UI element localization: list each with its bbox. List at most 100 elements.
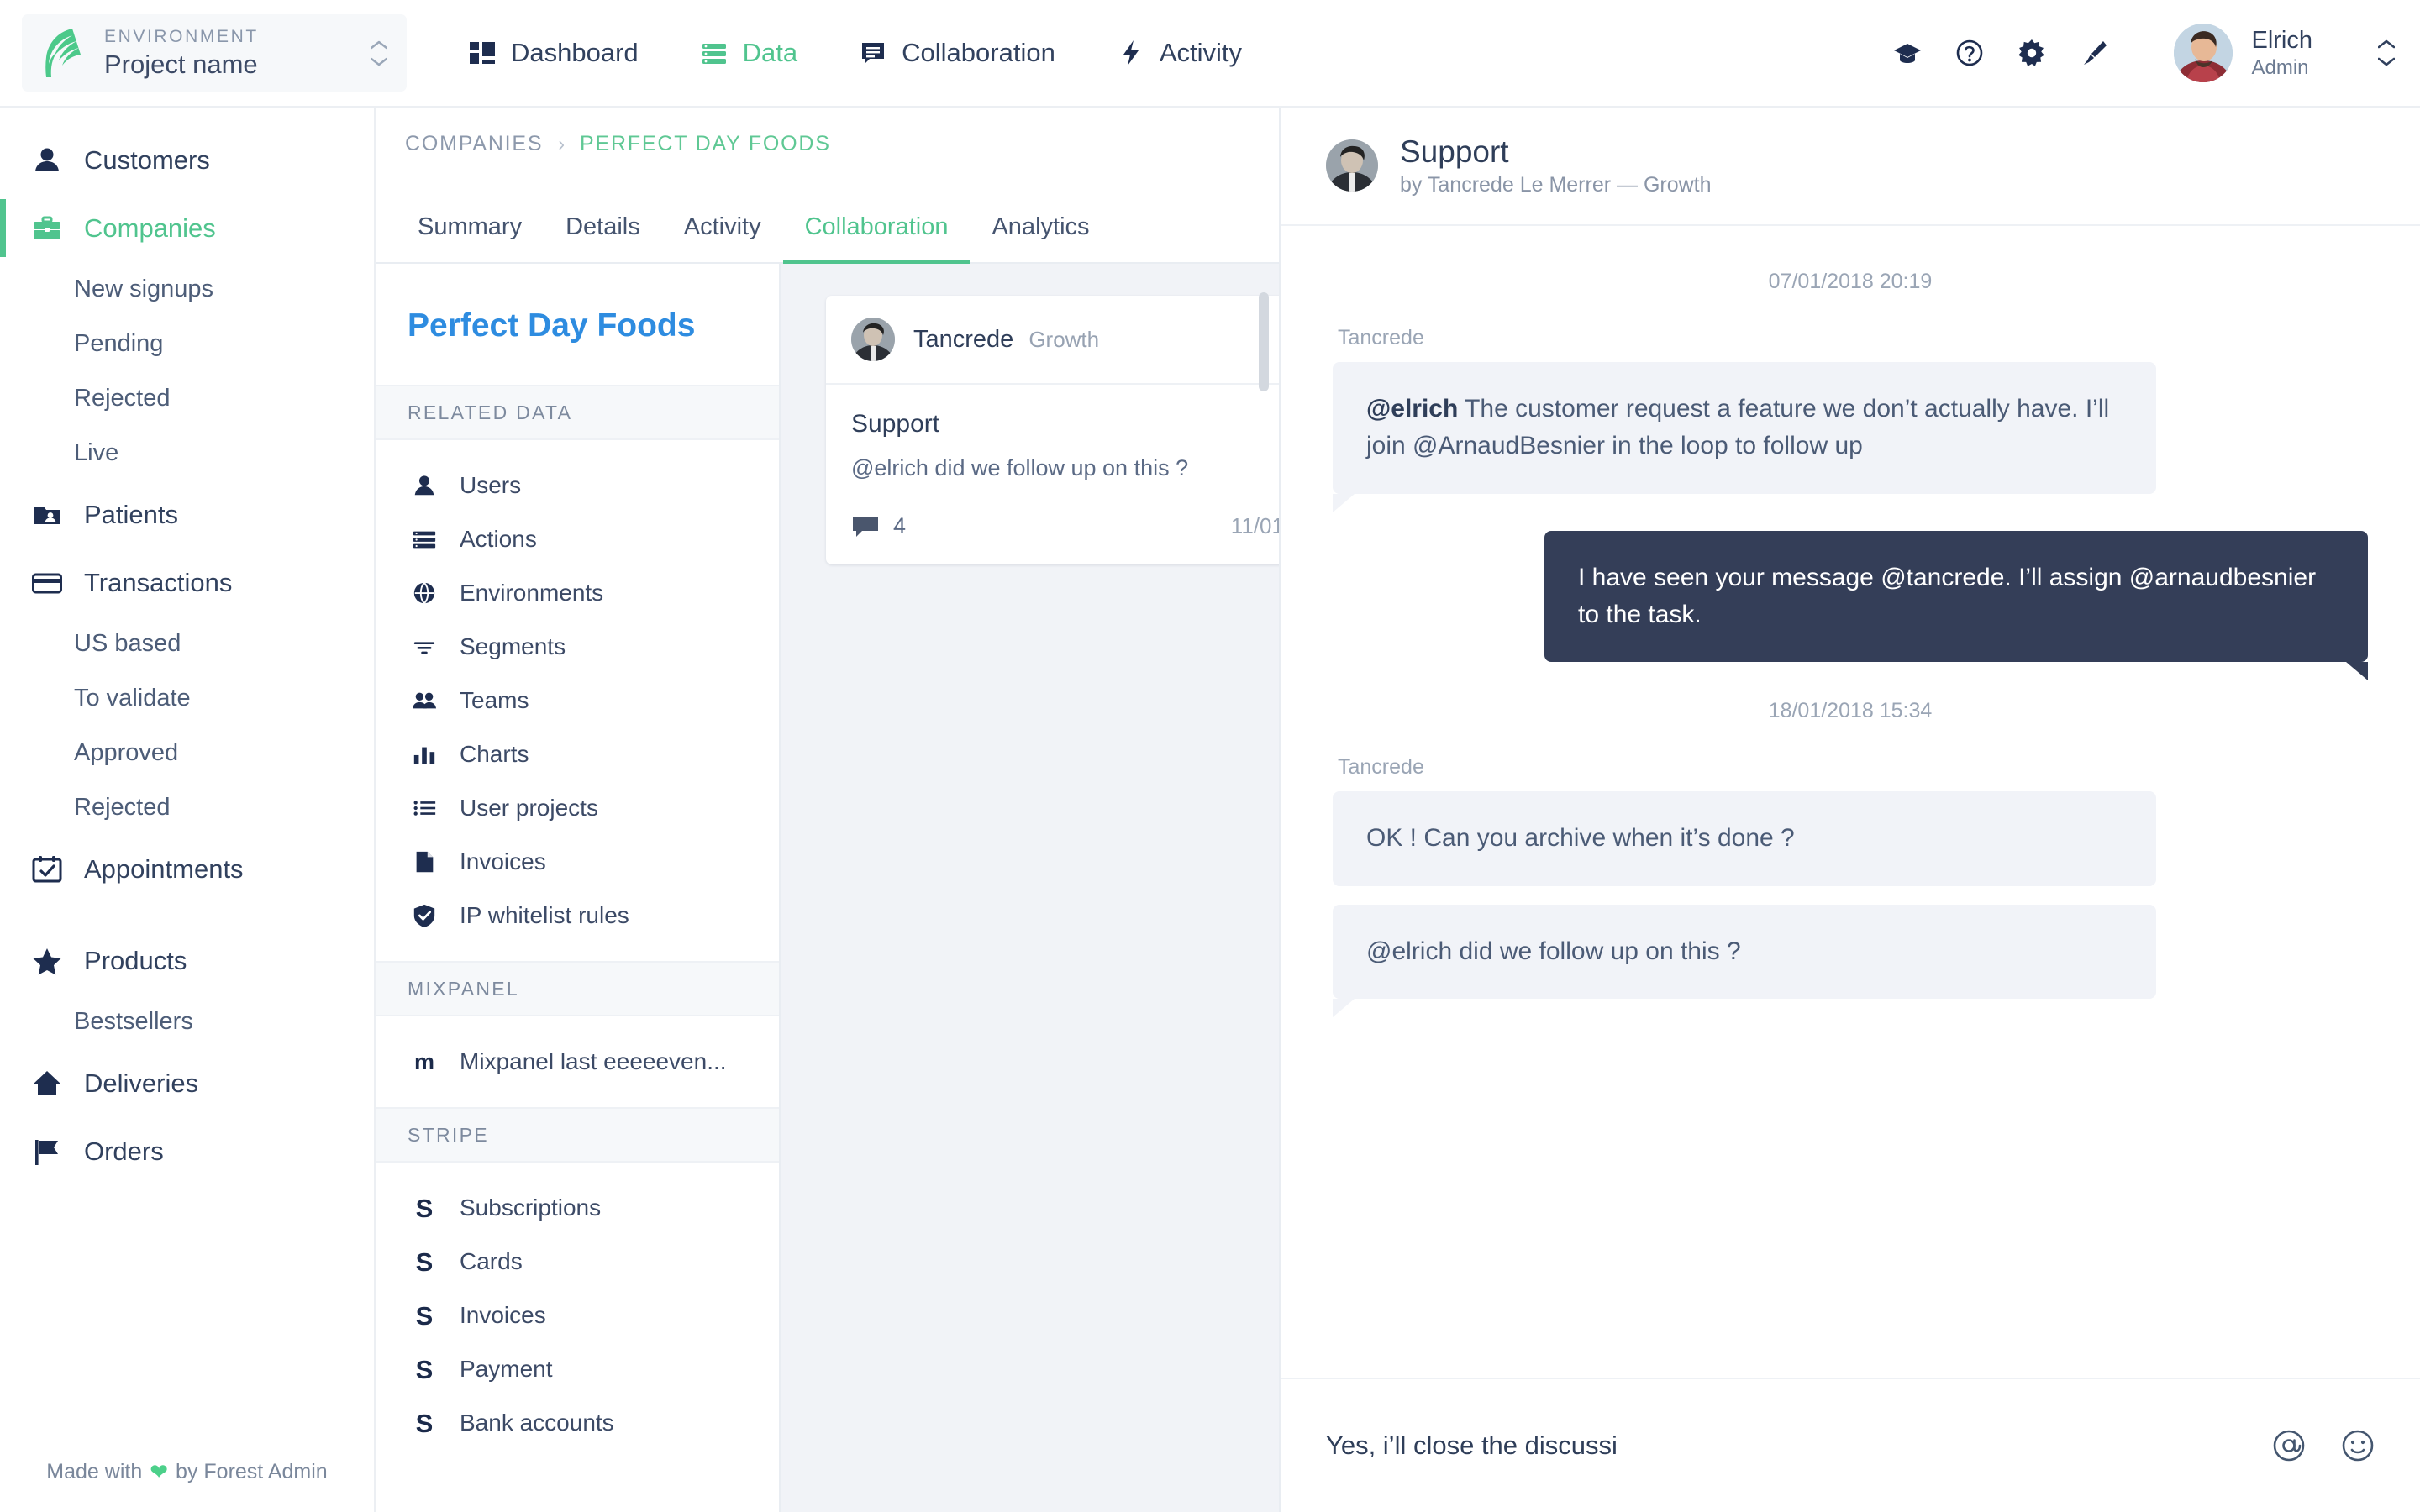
related-label: Actions	[460, 526, 537, 553]
tab-collaboration[interactable]: Collaboration	[783, 213, 971, 264]
paintbrush-icon[interactable]	[2080, 39, 2108, 67]
profile-stepper[interactable]	[2378, 39, 2395, 66]
sidebar-item-rejected[interactable]: Rejected	[0, 371, 374, 426]
nav-label-data: Data	[743, 38, 797, 68]
center-column: COMPANIES › PERFECT DAY FOODS Summary De…	[376, 108, 1279, 1512]
related-item-payment[interactable]: S Payment	[376, 1342, 779, 1396]
related-item-actions[interactable]: Actions	[376, 512, 779, 566]
nav-item-dashboard[interactable]: Dashboard	[469, 38, 639, 68]
sidebar-item-rejected-tx[interactable]: Rejected	[0, 780, 374, 835]
related-label: Mixpanel last eeeeeven...	[460, 1048, 727, 1075]
related-item-user-projects[interactable]: User projects	[376, 781, 779, 835]
sidebar-label: US based	[74, 630, 181, 658]
sidebar-item-approved[interactable]: Approved	[0, 726, 374, 780]
discussion-card[interactable]: Tancrede Growth Support @elrich did we f…	[826, 296, 1279, 564]
breadcrumb-current[interactable]: PERFECT DAY FOODS	[580, 132, 831, 156]
related-item-mixpanel-events[interactable]: m Mixpanel last eeeeeven...	[376, 1035, 779, 1089]
related-item-bank-accounts[interactable]: S Bank accounts	[376, 1396, 779, 1450]
tab-details[interactable]: Details	[544, 213, 662, 264]
bar-chart-icon	[411, 741, 438, 768]
discussion-list-scrollbar[interactable]	[1259, 292, 1269, 391]
section-heading-mixpanel: MIXPANEL	[376, 961, 779, 1016]
related-item-charts[interactable]: Charts	[376, 727, 779, 781]
sidebar-item-deliveries[interactable]: Deliveries	[0, 1049, 374, 1117]
related-label: IP whitelist rules	[460, 902, 629, 929]
sidebar-item-companies[interactable]: Companies	[0, 194, 374, 262]
message-text: OK ! Can you archive when it’s done ?	[1366, 824, 1795, 852]
message-mention: @elrich	[1366, 395, 1458, 423]
breadcrumb: COMPANIES › PERFECT DAY FOODS	[376, 108, 1279, 180]
related-item-teams[interactable]: Teams	[376, 674, 779, 727]
related-label: Invoices	[460, 848, 546, 875]
tab-summary[interactable]: Summary	[396, 213, 544, 264]
sidebar-item-us-based[interactable]: US based	[0, 617, 374, 671]
center-body: Perfect Day Foods RELATED DATA Users Act…	[376, 264, 1279, 1512]
tab-activity[interactable]: Activity	[662, 213, 783, 264]
chevron-up-icon	[2378, 39, 2395, 49]
discussion-card-body: Support @elrich did we follow up on this…	[826, 385, 1279, 501]
graduation-cap-icon[interactable]	[1893, 39, 1922, 67]
nav-label-collaboration: Collaboration	[902, 38, 1055, 68]
related-item-cards[interactable]: S Cards	[376, 1235, 779, 1289]
dashboard-icon	[469, 39, 496, 66]
environment-selector[interactable]: ENVIRONMENT Project name	[22, 14, 407, 92]
sidebar-item-new-signups[interactable]: New signups	[0, 262, 374, 317]
discussion-date: 11/01/2018	[1231, 513, 1279, 539]
sidebar-item-patients[interactable]: Patients	[0, 480, 374, 549]
sidebar-item-bestsellers[interactable]: Bestsellers	[0, 995, 374, 1049]
tab-analytics[interactable]: Analytics	[970, 213, 1111, 264]
people-icon	[411, 687, 438, 714]
stripe-icon: S	[411, 1302, 438, 1329]
sidebar-label: Pending	[74, 330, 163, 358]
sidebar-item-transactions[interactable]: Transactions	[0, 549, 374, 617]
sidebar-item-orders[interactable]: Orders	[0, 1117, 374, 1185]
related-label: Payment	[460, 1356, 553, 1383]
project-name: Project name	[104, 50, 368, 79]
user-profile[interactable]: Elrich Admin	[2174, 24, 2312, 82]
related-item-segments[interactable]: Segments	[376, 620, 779, 674]
emoji-icon[interactable]	[2341, 1429, 2375, 1462]
sidebar-item-customers[interactable]: Customers	[0, 126, 374, 194]
record-title: Perfect Day Foods	[376, 264, 779, 385]
sidebar-item-live[interactable]: Live	[0, 426, 374, 480]
home-icon	[32, 1068, 62, 1099]
related-item-users[interactable]: Users	[376, 459, 779, 512]
sidebar-label: Deliveries	[84, 1068, 198, 1099]
related-item-ip-whitelist-rules[interactable]: IP whitelist rules	[376, 889, 779, 942]
environment-stepper[interactable]	[368, 40, 390, 66]
sidebar-label: Transactions	[84, 568, 232, 598]
sidebar-item-to-validate[interactable]: To validate	[0, 671, 374, 726]
message-sender: Tancrede	[1338, 326, 2368, 350]
related-item-invoices[interactable]: Invoices	[376, 835, 779, 889]
top-bar-right: Elrich Admin	[1893, 24, 2420, 82]
help-circle-icon[interactable]	[1955, 39, 1984, 67]
nav-item-data[interactable]: Data	[701, 38, 797, 68]
related-label: Subscriptions	[460, 1194, 601, 1221]
star-icon	[32, 946, 62, 976]
mention-icon[interactable]	[2272, 1429, 2306, 1462]
message-input[interactable]	[1326, 1431, 2255, 1461]
chevron-down-icon	[2378, 57, 2395, 66]
related-item-environments[interactable]: Environments	[376, 566, 779, 620]
message-bubble: @elrich The customer request a feature w…	[1333, 362, 2156, 494]
folder-person-icon	[32, 500, 62, 530]
message-row: @elrich The customer request a feature w…	[1333, 362, 2368, 494]
sidebar-label: New signups	[74, 276, 213, 303]
discussion-card-header: Tancrede Growth	[826, 296, 1279, 385]
sidebar-item-pending[interactable]: Pending	[0, 317, 374, 371]
nav-item-activity[interactable]: Activity	[1118, 38, 1242, 68]
related-item-subscriptions[interactable]: S Subscriptions	[376, 1181, 779, 1235]
sidebar-item-products[interactable]: Products	[0, 927, 374, 995]
nav-item-collaboration[interactable]: Collaboration	[860, 38, 1055, 68]
sidebar-label: Patients	[84, 500, 178, 530]
discussion-card-footer: 4 11/01/2018	[826, 501, 1279, 564]
environment-text: ENVIRONMENT Project name	[104, 27, 368, 79]
section-heading-related-data: RELATED DATA	[376, 385, 779, 440]
sidebar-item-appointments[interactable]: Appointments	[0, 835, 374, 903]
message-timestamp: 18/01/2018 15:34	[1333, 699, 2368, 723]
gear-icon[interactable]	[2018, 39, 2046, 67]
breadcrumb-parent[interactable]: COMPANIES	[405, 132, 543, 156]
stripe-icon: S	[411, 1410, 438, 1436]
environment-label: ENVIRONMENT	[104, 27, 368, 46]
related-item-stripe-invoices[interactable]: S Invoices	[376, 1289, 779, 1342]
